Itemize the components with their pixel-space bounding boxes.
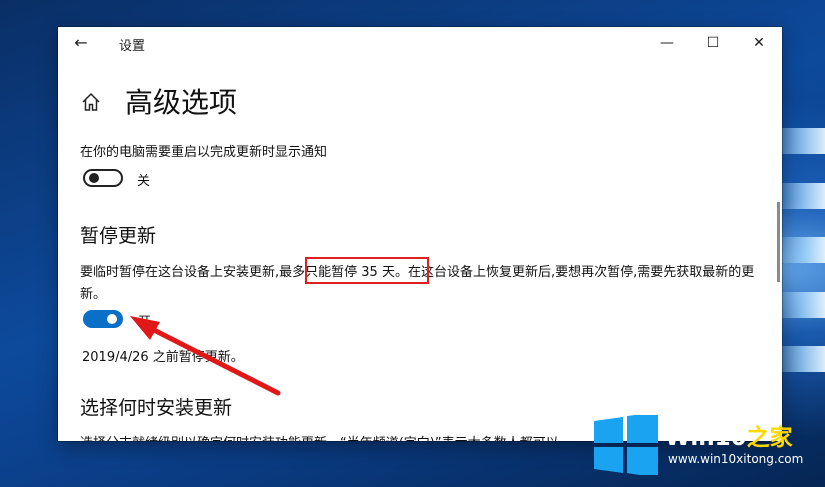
toggle-knob [107,314,117,324]
restart-notify-toggle-state: 关 [137,174,151,189]
pause-until-date: 2019/4/26 之前暂停更新。 [82,350,244,365]
restart-notify-toggle[interactable] [83,169,123,187]
restart-notify-description: 在你的电脑需要重启以完成更新时显示通知 [80,145,328,160]
pause-updates-toggle-state: 开 [138,315,152,330]
install-time-heading: 选择何时安装更新 [80,397,233,419]
title-bar: ← 设置 — ☐ ✕ [58,27,782,59]
scrollbar-thumb[interactable] [777,202,780,282]
back-arrow-icon[interactable]: ← [70,32,92,54]
pause-updates-heading: 暂停更新 [80,225,157,247]
watermark-url: www.win10xitong.com [668,452,804,466]
pause-updates-toggle[interactable] [83,310,123,328]
toggle-knob [89,173,99,183]
page-title: 高级选项 [125,86,238,119]
minimize-button[interactable]: — [644,27,690,59]
home-icon[interactable] [80,91,102,113]
brand-part-1: Win10 [665,425,747,451]
close-button[interactable]: ✕ [736,27,782,59]
install-time-description: 选择分支就绪级别以确定何时安装功能更新。“半年频道(定向)”表示大多数人都可以 [80,432,559,441]
settings-window: ← 设置 — ☐ ✕ 高级选项 在你的电脑需要重启以完成更新时显示通知 关 暂停… [58,27,782,441]
highlight-annotation-box [305,257,429,284]
windows-logo-icon [594,412,658,479]
maximize-button[interactable]: ☐ [690,27,736,59]
brand-part-2: 之家 [746,425,793,451]
pause-description-part1: 要临时暂停在这台设备上安装更新, [80,265,280,280]
watermark-brand: Win10之家 [665,418,793,452]
window-title: 设置 [119,39,146,54]
